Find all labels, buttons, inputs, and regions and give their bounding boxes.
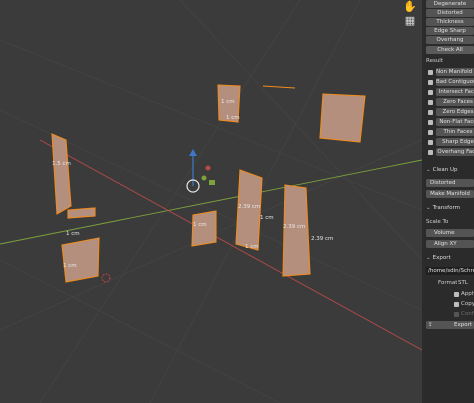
- check-thickness-button[interactable]: Thickness: [426, 18, 474, 26]
- grab-icon[interactable]: ✋: [403, 0, 417, 14]
- dim-label: 1.5 cm: [52, 161, 71, 167]
- result-label: Result: [426, 58, 443, 64]
- export-option-apply[interactable]: Apply: [426, 290, 474, 298]
- checkbox-icon[interactable]: [454, 291, 459, 297]
- transform-title: Transform: [432, 205, 460, 211]
- chevron-down-icon: ⌄: [426, 205, 431, 211]
- export-header[interactable]: ⌄ Export: [426, 254, 451, 262]
- info-icon: [428, 99, 433, 105]
- info-icon: [428, 129, 433, 135]
- dim-label: 1 cm: [260, 215, 274, 221]
- result-item-label[interactable]: Non Manifold Ed: [436, 68, 474, 76]
- plane-objects[interactable]: [51, 84, 366, 283]
- cleanup-header[interactable]: ⌄ Clean Up: [426, 166, 457, 174]
- plane-center: [191, 210, 217, 247]
- result-item-label[interactable]: Overhang Face: [436, 148, 474, 156]
- plane-front-left: [61, 237, 100, 283]
- result-item-label[interactable]: Zero Faces: [436, 98, 474, 106]
- format-value[interactable]: STL: [458, 279, 468, 287]
- export-button[interactable]: ⇪ Export: [426, 321, 474, 329]
- check-distorted-button[interactable]: Distorted: [426, 9, 474, 17]
- cleanup-title: Clean Up: [432, 167, 458, 173]
- dim-label: 1 cm: [66, 231, 80, 237]
- checkbox-icon[interactable]: [454, 311, 459, 317]
- export-path-field[interactable]: /home/sdin/Schreibtisch: [426, 267, 474, 275]
- chevron-down-icon: ⌄: [426, 255, 431, 261]
- result-item[interactable]: Zero Edges: [426, 108, 474, 116]
- dim-label: 1 cm: [226, 115, 240, 121]
- orthographic-grid-icon[interactable]: ▦: [403, 14, 417, 28]
- align-xy-button[interactable]: Align XY: [426, 240, 474, 248]
- plane-small-left: [67, 207, 96, 219]
- plane-tall-left: [51, 133, 72, 215]
- dim-label: 2.39 cm: [283, 224, 305, 230]
- result-item[interactable]: Zero Faces: [426, 98, 474, 106]
- info-icon: [428, 109, 433, 115]
- distorted-button[interactable]: Distorted: [426, 179, 474, 187]
- check-edge-sharp-button[interactable]: Edge Sharp: [426, 27, 474, 35]
- volume-button[interactable]: Volume: [426, 229, 474, 237]
- info-icon: [428, 79, 433, 85]
- result-item[interactable]: Non-Flat Face: [426, 118, 474, 126]
- dim-label: 1 cm: [193, 222, 207, 228]
- info-icon: [428, 69, 433, 75]
- dim-label: 1 cm: [245, 244, 259, 250]
- checkbox-icon[interactable]: [454, 301, 459, 307]
- dim-label: 1 cm: [221, 99, 235, 105]
- checkbox-icon[interactable]: [428, 89, 433, 95]
- plane-back-edge: [262, 85, 296, 89]
- format-label: Format: [438, 280, 458, 286]
- result-item-label[interactable]: Non-Flat Face: [436, 118, 474, 126]
- plane-back-right: [319, 93, 366, 143]
- info-icon: [428, 139, 433, 145]
- result-item[interactable]: Intersect Face: [426, 88, 474, 96]
- result-item-label[interactable]: Bad Contiguous E: [436, 78, 474, 86]
- result-item[interactable]: Thin Faces: [426, 128, 474, 136]
- dim-label: 2.39 cm: [311, 236, 333, 242]
- chevron-down-icon: ⌄: [426, 167, 431, 173]
- checkbox-icon[interactable]: [428, 149, 433, 155]
- result-item[interactable]: Overhang Face: [426, 148, 474, 156]
- result-item-label[interactable]: Sharp Edge: [436, 138, 474, 146]
- plane-center-tall: [235, 169, 263, 251]
- result-item-label[interactable]: Thin Faces: [436, 128, 474, 136]
- export-button-label: Export: [453, 322, 472, 328]
- check-overhang-button[interactable]: Overhang: [426, 36, 474, 44]
- checkbox-icon[interactable]: [428, 119, 433, 125]
- transform-header[interactable]: ⌄ Transform: [426, 204, 460, 212]
- check-degenerate-button[interactable]: Degenerate: [426, 0, 474, 8]
- export-option-conf[interactable]: Conf: [426, 310, 474, 318]
- result-item[interactable]: Non Manifold Ed: [426, 68, 474, 76]
- result-item[interactable]: Sharp Edge: [426, 138, 474, 146]
- 3d-viewport[interactable]: 1 cm 1 cm 1.5 cm 1 cm 2.39 cm 2.39 cm 1 …: [0, 0, 422, 403]
- make-manifold-button[interactable]: Make Manifold: [426, 190, 474, 198]
- export-option-copy[interactable]: Copy: [426, 300, 474, 308]
- dim-label: 2.39 cm: [238, 204, 260, 210]
- viewport-scene: 1 cm 1 cm 1.5 cm 1 cm 2.39 cm 2.39 cm 1 …: [0, 0, 422, 403]
- plane-right-tall: [282, 184, 311, 277]
- dim-label: 1 cm: [63, 263, 77, 269]
- scale-to-label: Scale To: [426, 219, 449, 225]
- export-icon: ⇪: [428, 322, 433, 328]
- result-item-label[interactable]: Zero Edges: [436, 108, 474, 116]
- print3d-sidebar: Degenerate Distorted Thickness Edge Shar…: [422, 0, 474, 403]
- check-all-button[interactable]: Check All: [426, 46, 474, 54]
- result-item-label[interactable]: Intersect Face: [436, 88, 474, 96]
- result-item[interactable]: Bad Contiguous E: [426, 78, 474, 86]
- export-title: Export: [432, 255, 451, 261]
